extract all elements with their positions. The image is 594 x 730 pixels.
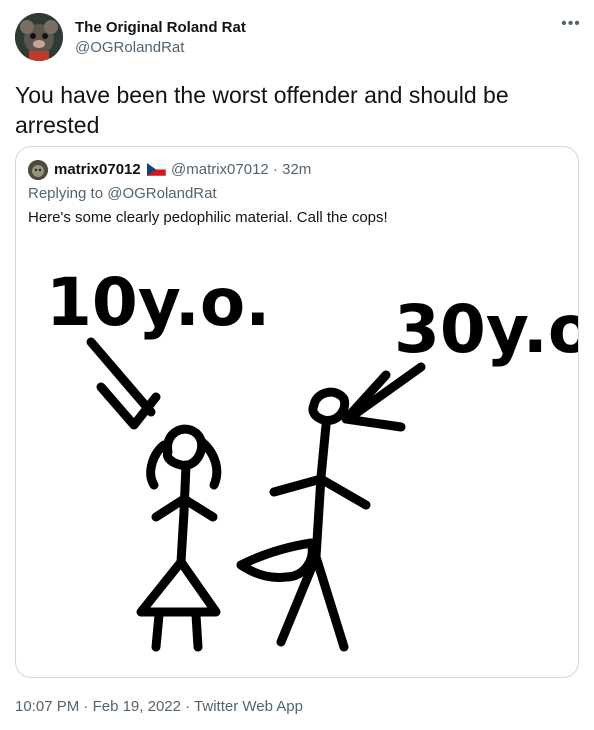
czech-flag-icon	[147, 163, 166, 176]
stick-figure-drawing: 10y.o. 30y.o.	[46, 264, 578, 652]
label-right-text: 30y.o.	[394, 291, 578, 368]
tweet-text: You have been the worst offender and sho…	[15, 82, 509, 138]
girl-pigtail-left	[146, 440, 169, 490]
footer-separator: ·	[79, 698, 93, 715]
girl-head	[162, 424, 207, 470]
author-display-name[interactable]: The Original Roland Rat	[75, 19, 246, 36]
girl-legs	[151, 610, 203, 652]
quoted-text: Here's some clearly pedophilic material.…	[28, 209, 388, 226]
replying-to: Replying to @OGRolandRat	[28, 185, 217, 202]
arrow-left-shaft	[86, 337, 156, 417]
author-handle[interactable]: @OGRolandRat	[75, 39, 184, 56]
man-body	[311, 420, 331, 562]
quoted-author-avatar[interactable]	[28, 160, 48, 180]
separator-dot: ·	[272, 161, 278, 178]
girl-pigtail-right	[197, 437, 222, 490]
quoted-display-name[interactable]: matrix07012	[54, 161, 141, 178]
tweet-time[interactable]: 10:07 PM	[15, 698, 79, 715]
girl-dress	[136, 557, 221, 617]
more-options-icon[interactable]: •••	[556, 14, 586, 40]
quoted-handle: @matrix07012	[171, 161, 269, 178]
man-legs	[276, 552, 349, 652]
rat-avatar-icon	[15, 13, 63, 61]
tweet-source[interactable]: Twitter Web App	[194, 698, 303, 715]
arrow-left-head	[96, 382, 161, 430]
quoted-avatar-icon	[28, 160, 48, 180]
footer-separator: ·	[180, 698, 195, 715]
quoted-tweet[interactable]: matrix07012 @matrix07012 · 32m Replying …	[15, 146, 579, 678]
quoted-time: 32m	[282, 161, 312, 178]
man-hand-blob	[236, 538, 317, 582]
author-avatar[interactable]	[15, 13, 63, 61]
label-left-text: 10y.o.	[46, 264, 270, 341]
tweet-footer: 10:07 PM · Feb 19, 2022 · Twitter Web Ap…	[15, 698, 303, 715]
tweet-date[interactable]: Feb 19, 2022	[93, 698, 181, 715]
quoted-handle-line[interactable]: @matrix07012 · 32m	[171, 161, 311, 178]
man-head	[308, 387, 350, 425]
girl-body	[176, 460, 191, 567]
